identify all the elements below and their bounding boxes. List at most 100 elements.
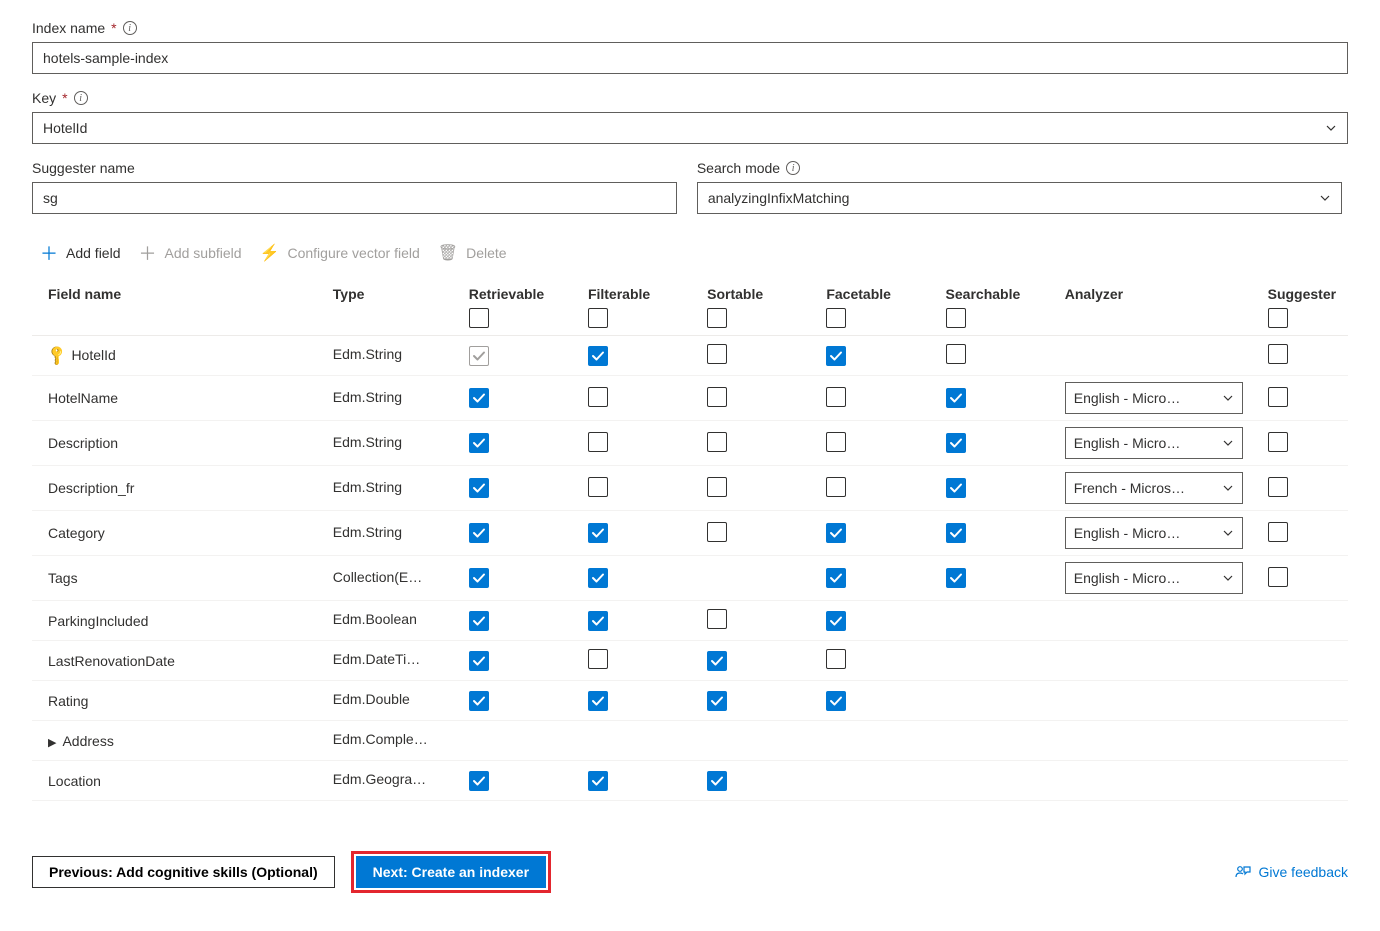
chevron-down-icon <box>1222 572 1234 584</box>
field-name-label: HotelId <box>71 347 115 363</box>
sortable-checkbox[interactable] <box>707 609 727 629</box>
key-select[interactable]: HotelId <box>32 112 1348 144</box>
delete-button: 🗑 Delete <box>438 240 507 266</box>
field-type-label: Edm.DateTi… <box>333 651 420 667</box>
field-name-label: HotelName <box>48 390 118 406</box>
searchable-checkbox[interactable] <box>946 568 966 588</box>
facetable-checkbox[interactable] <box>826 649 846 669</box>
previous-button[interactable]: Previous: Add cognitive skills (Optional… <box>32 856 335 888</box>
sortable-checkbox[interactable] <box>707 387 727 407</box>
suggester-checkbox[interactable] <box>1268 567 1288 587</box>
facetable-all-checkbox[interactable] <box>826 308 846 328</box>
searchable-all-checkbox[interactable] <box>946 308 966 328</box>
filterable-checkbox[interactable] <box>588 691 608 711</box>
sortable-checkbox[interactable] <box>707 771 727 791</box>
chevron-down-icon <box>1325 122 1337 134</box>
filterable-checkbox[interactable] <box>588 346 608 366</box>
filterable-checkbox[interactable] <box>588 387 608 407</box>
field-type-label: Edm.Geogra… <box>333 771 426 787</box>
retrievable-checkbox[interactable] <box>469 611 489 631</box>
table-row[interactable]: ParkingIncluded Edm.Boolean <box>32 601 1348 641</box>
facetable-checkbox[interactable] <box>826 691 846 711</box>
table-row[interactable]: 🔑HotelId Edm.String <box>32 336 1348 376</box>
analyzer-select[interactable]: English - Micro… <box>1065 517 1243 549</box>
sortable-checkbox[interactable] <box>707 522 727 542</box>
searchable-checkbox[interactable] <box>946 388 966 408</box>
table-row[interactable]: Category Edm.String English - Micro… <box>32 511 1348 556</box>
suggester-checkbox[interactable] <box>1268 477 1288 497</box>
table-row[interactable]: HotelName Edm.String English - Micro… <box>32 376 1348 421</box>
suggester-all-checkbox[interactable] <box>1268 308 1288 328</box>
retrievable-checkbox[interactable] <box>469 478 489 498</box>
info-icon[interactable]: i <box>786 161 800 175</box>
sortable-checkbox[interactable] <box>707 344 727 364</box>
field-name-label: Description <box>48 435 118 451</box>
sortable-checkbox[interactable] <box>707 432 727 452</box>
table-row[interactable]: Rating Edm.Double <box>32 681 1348 721</box>
field-type-label: Edm.String <box>333 524 402 540</box>
filterable-checkbox[interactable] <box>588 523 608 543</box>
retrievable-checkbox[interactable] <box>469 651 489 671</box>
retrievable-checkbox[interactable] <box>469 346 489 366</box>
retrievable-checkbox[interactable] <box>469 523 489 543</box>
expand-icon[interactable]: ▶ <box>48 737 56 749</box>
facetable-checkbox[interactable] <box>826 611 846 631</box>
field-name-label: Tags <box>48 570 78 586</box>
sortable-checkbox[interactable] <box>707 651 727 671</box>
retrievable-checkbox[interactable] <box>469 691 489 711</box>
field-name-label: Location <box>48 773 101 789</box>
give-feedback-link[interactable]: Give feedback <box>1235 864 1349 880</box>
searchable-checkbox[interactable] <box>946 433 966 453</box>
suggester-checkbox[interactable] <box>1268 387 1288 407</box>
add-field-button[interactable]: ＋ Add field <box>40 240 120 266</box>
filterable-checkbox[interactable] <box>588 611 608 631</box>
sortable-all-checkbox[interactable] <box>707 308 727 328</box>
searchable-checkbox[interactable] <box>946 523 966 543</box>
filterable-checkbox[interactable] <box>588 649 608 669</box>
filterable-checkbox[interactable] <box>588 477 608 497</box>
filterable-checkbox[interactable] <box>588 771 608 791</box>
col-sortable: Sortable <box>699 278 818 336</box>
analyzer-select[interactable]: English - Micro… <box>1065 562 1243 594</box>
retrievable-checkbox[interactable] <box>469 433 489 453</box>
filterable-checkbox[interactable] <box>588 432 608 452</box>
col-searchable: Searchable <box>938 278 1057 336</box>
analyzer-select[interactable]: English - Micro… <box>1065 382 1243 414</box>
next-create-indexer-button[interactable]: Next: Create an indexer <box>356 856 546 888</box>
retrievable-checkbox[interactable] <box>469 771 489 791</box>
table-row[interactable]: Description Edm.String English - Micro… <box>32 421 1348 466</box>
searchable-checkbox[interactable] <box>946 344 966 364</box>
info-icon[interactable]: i <box>123 21 137 35</box>
facetable-checkbox[interactable] <box>826 568 846 588</box>
table-row[interactable]: Description_fr Edm.String French - Micro… <box>32 466 1348 511</box>
facetable-checkbox[interactable] <box>826 432 846 452</box>
sortable-checkbox[interactable] <box>707 691 727 711</box>
field-type-label: Edm.String <box>333 346 402 362</box>
retrievable-checkbox[interactable] <box>469 388 489 408</box>
facetable-checkbox[interactable] <box>826 477 846 497</box>
table-row[interactable]: ▶Address Edm.Comple… <box>32 721 1348 761</box>
search-mode-select[interactable]: analyzingInfixMatching <box>697 182 1342 214</box>
analyzer-select[interactable]: English - Micro… <box>1065 427 1243 459</box>
facetable-checkbox[interactable] <box>826 523 846 543</box>
table-row[interactable]: Location Edm.Geogra… <box>32 761 1348 801</box>
suggester-checkbox[interactable] <box>1268 432 1288 452</box>
info-icon[interactable]: i <box>74 91 88 105</box>
index-name-input[interactable] <box>32 42 1348 74</box>
suggester-checkbox[interactable] <box>1268 522 1288 542</box>
field-name-label: ParkingIncluded <box>48 613 148 629</box>
retrievable-checkbox[interactable] <box>469 568 489 588</box>
filterable-checkbox[interactable] <box>588 568 608 588</box>
analyzer-select[interactable]: French - Micros… <box>1065 472 1243 504</box>
chevron-down-icon <box>1319 192 1331 204</box>
filterable-all-checkbox[interactable] <box>588 308 608 328</box>
table-row[interactable]: Tags Collection(E… English - Micro… <box>32 556 1348 601</box>
facetable-checkbox[interactable] <box>826 346 846 366</box>
sortable-checkbox[interactable] <box>707 477 727 497</box>
retrievable-all-checkbox[interactable] <box>469 308 489 328</box>
table-row[interactable]: LastRenovationDate Edm.DateTi… <box>32 641 1348 681</box>
searchable-checkbox[interactable] <box>946 478 966 498</box>
facetable-checkbox[interactable] <box>826 387 846 407</box>
suggester-checkbox[interactable] <box>1268 344 1288 364</box>
suggester-name-input[interactable] <box>32 182 677 214</box>
